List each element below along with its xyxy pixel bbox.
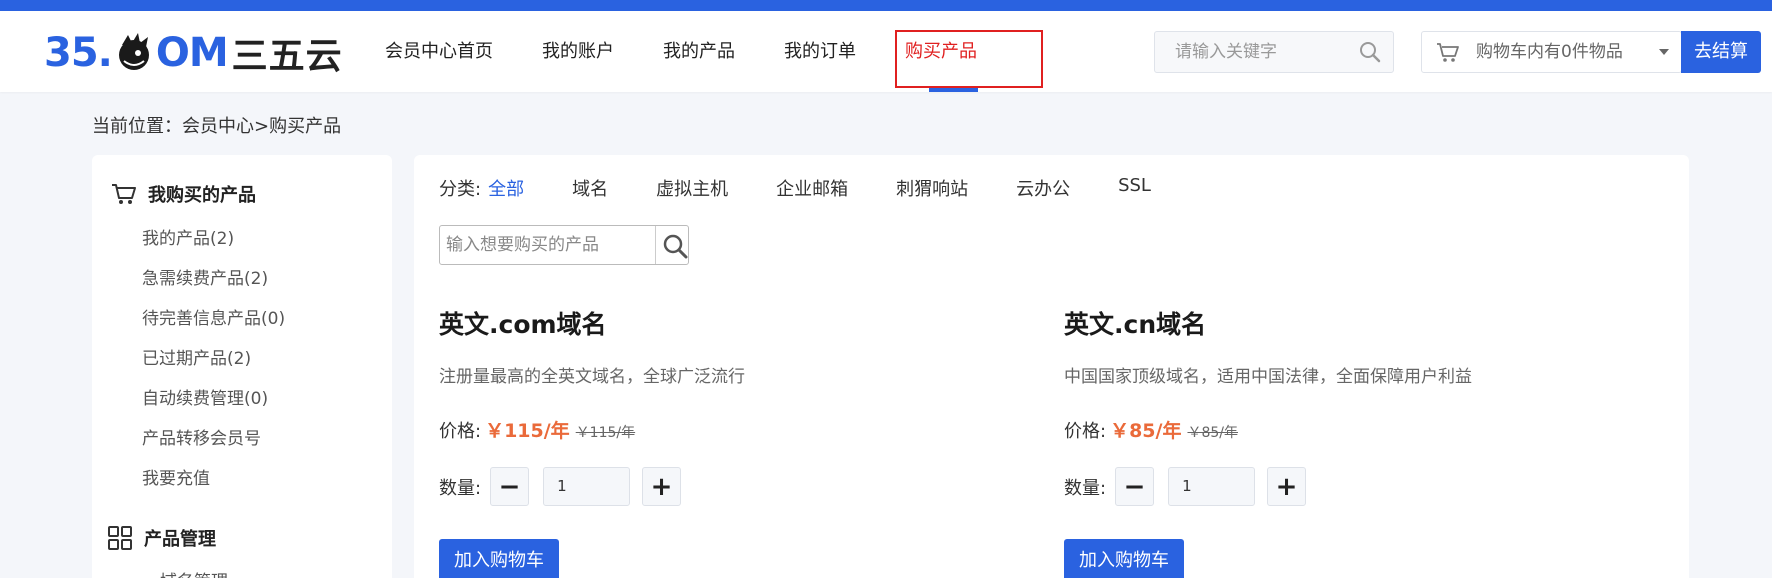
current-price: ￥115/年	[485, 420, 570, 442]
logo-suffix: OM	[155, 30, 229, 76]
sidebar-item-incomplete-info[interactable]: 待完善信息产品(0)	[142, 304, 285, 329]
decrement-button[interactable]: −	[1115, 467, 1155, 506]
nav-highlight-box	[895, 30, 1043, 88]
decrement-button[interactable]: −	[490, 467, 530, 506]
nav-my-products[interactable]: 我的产品	[663, 11, 735, 92]
product-search	[439, 225, 689, 265]
product-name: 英文.com域名	[439, 310, 607, 339]
current-price: ￥85/年	[1110, 420, 1182, 442]
header-search	[1154, 31, 1394, 73]
header-search-input[interactable]	[1175, 32, 1355, 72]
logo-mascot-icon	[118, 33, 149, 70]
product-card: 英文.com域名 注册量最高的全英文域名，全球广泛流行 价格: ￥115/年 ￥…	[439, 305, 999, 578]
sidebar-item-expired[interactable]: 已过期产品(2)	[142, 344, 251, 369]
quantity-row: 数量: − 1 +	[439, 467, 682, 506]
search-icon[interactable]	[1359, 41, 1381, 63]
sidebar-section-purchased: 我购买的产品	[110, 181, 256, 207]
logo-prefix: 35.	[44, 30, 113, 76]
cart-icon	[1437, 43, 1459, 62]
sidebar-item-domain-management[interactable]: 域名管理	[160, 567, 228, 578]
cart-dropdown[interactable]: 购物车内有0件物品	[1421, 31, 1682, 73]
sidebar-item-my-products[interactable]: 我的产品(2)	[142, 224, 234, 249]
increment-button[interactable]: +	[642, 467, 682, 506]
original-price: ￥85/年	[1187, 425, 1238, 441]
nav-member-home[interactable]: 会员中心首页	[385, 11, 493, 92]
nav-active-underline	[929, 88, 978, 92]
quantity-label: 数量:	[1064, 477, 1107, 499]
add-to-cart-button[interactable]: 加入购物车	[1064, 539, 1184, 578]
cart-summary-text: 购物车内有0件物品	[1476, 42, 1623, 62]
logo[interactable]: 35. OM 三五云	[44, 30, 343, 77]
breadcrumb: 当前位置：会员中心>购买产品	[92, 116, 342, 137]
product-search-input[interactable]	[446, 226, 646, 264]
add-to-cart-button[interactable]: 加入购物车	[439, 539, 559, 578]
product-description: 注册量最高的全英文域名，全球广泛流行	[439, 367, 745, 387]
quantity-input[interactable]: 1	[1168, 467, 1256, 506]
category-virtual-host[interactable]: 虚拟主机	[656, 175, 728, 201]
price-row: 价格: ￥115/年 ￥115/年	[439, 416, 635, 443]
sidebar-section-title: 我购买的产品	[148, 185, 256, 206]
header: 35. OM 三五云 会员中心首页 我的账户 我的产品 我的订单 购买产品 购物…	[0, 11, 1772, 92]
search-icon[interactable]	[662, 233, 688, 259]
search-divider	[655, 226, 656, 264]
nav-my-account[interactable]: 我的账户	[542, 11, 614, 92]
quantity-row: 数量: − 1 +	[1064, 467, 1307, 506]
sidebar-item-recharge[interactable]: 我要充值	[142, 464, 210, 489]
original-price: ￥115/年	[575, 425, 636, 441]
sidebar-section-title: 产品管理	[144, 529, 216, 550]
cart-icon	[110, 181, 138, 207]
quantity-label: 数量:	[439, 477, 482, 499]
category-label: 分类:	[439, 179, 482, 200]
category-enterprise-mail[interactable]: 企业邮箱	[776, 175, 848, 201]
product-name: 英文.cn域名	[1064, 310, 1207, 339]
product-description: 中国国家顶级域名，适用中国法律，全面保障用户利益	[1064, 367, 1472, 387]
sidebar-item-renew-urgent[interactable]: 急需续费产品(2)	[142, 264, 268, 289]
category-domain[interactable]: 域名	[572, 175, 608, 201]
grid-icon	[106, 525, 134, 551]
checkout-button[interactable]: 去结算	[1681, 31, 1761, 73]
price-label: 价格:	[1064, 421, 1107, 442]
top-accent-bar	[0, 0, 1772, 11]
increment-button[interactable]: +	[1267, 467, 1307, 506]
category-site-builder[interactable]: 刺猬响站	[896, 175, 968, 201]
sidebar-section-management: 产品管理	[106, 525, 216, 551]
product-card: 英文.cn域名 中国国家顶级域名，适用中国法律，全面保障用户利益 价格: ￥85…	[1064, 305, 1624, 578]
category-all[interactable]: 全部	[488, 175, 524, 201]
sidebar: 我购买的产品 我的产品(2) 急需续费产品(2) 待完善信息产品(0) 已过期产…	[92, 155, 392, 578]
sidebar-item-transfer[interactable]: 产品转移会员号	[142, 424, 261, 449]
category-ssl[interactable]: SSL	[1118, 175, 1151, 201]
chevron-down-icon	[1659, 49, 1669, 55]
logo-cn-text: 三五云	[231, 36, 343, 77]
sidebar-item-auto-renew[interactable]: 自动续费管理(0)	[142, 384, 268, 409]
price-label: 价格:	[439, 421, 482, 442]
nav-my-orders[interactable]: 我的订单	[784, 11, 856, 92]
product-catalog: 分类: 全部 域名 虚拟主机 企业邮箱 刺猬响站 云办公 SSL 英文.com域…	[414, 155, 1689, 578]
quantity-input[interactable]: 1	[543, 467, 631, 506]
price-row: 价格: ￥85/年 ￥85/年	[1064, 416, 1238, 443]
category-cloud-office[interactable]: 云办公	[1016, 175, 1070, 201]
category-filter: 分类: 全部 域名 虚拟主机 企业邮箱 刺猬响站 云办公 SSL	[439, 175, 1199, 201]
